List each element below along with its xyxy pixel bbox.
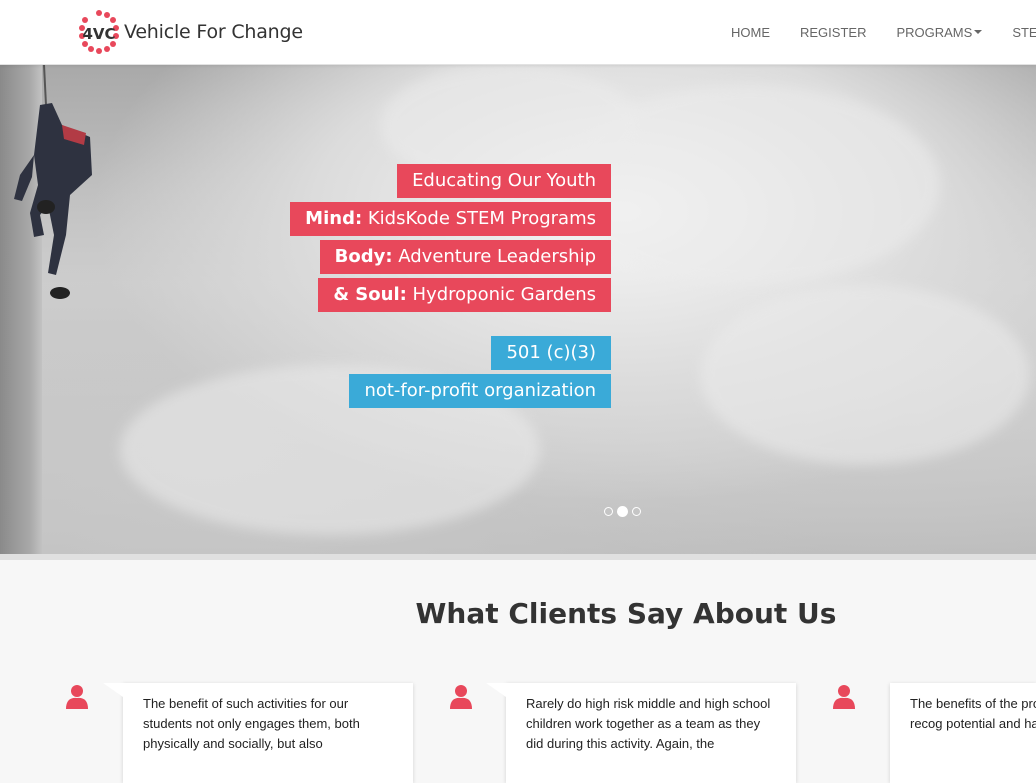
brand-name: Vehicle For Change: [124, 21, 303, 43]
hero-line-educating: Educating Our Youth: [397, 164, 611, 198]
top-navbar: 4VC Vehicle For Change HOME REGISTER PRO…: [0, 0, 1036, 65]
nav-stem[interactable]: STEM: [1012, 25, 1036, 40]
logo-icon: 4VC: [79, 10, 119, 54]
hero-line-text: Adventure Leadership: [392, 246, 596, 267]
hero-line-bold: Mind:: [305, 208, 363, 229]
brand-link[interactable]: 4VC Vehicle For Change: [76, 7, 303, 57]
hero-line-text: not-for-profit organization: [364, 380, 596, 401]
nav-stem-label: STEM: [1012, 24, 1036, 40]
hero-divider: [0, 554, 1036, 560]
nav-home[interactable]: HOME: [731, 25, 770, 40]
hero-line-text: Educating Our Youth: [412, 170, 596, 191]
climber-image: [14, 65, 92, 299]
user-icon: [833, 685, 855, 709]
carousel-dot-1[interactable]: [604, 507, 613, 516]
nav-programs-label: PROGRAMS: [896, 24, 973, 40]
hero-line-text: Hydroponic Gardens: [406, 284, 596, 305]
testimonial-text: The benefits of the pro young people to …: [910, 696, 1036, 731]
carousel-dot-2[interactable]: [617, 506, 628, 517]
logo-text: 4VC: [82, 25, 115, 43]
caret-down-icon: [974, 30, 983, 34]
hero-line-nonprofit: not-for-profit organization: [349, 374, 611, 408]
user-icon: [450, 685, 472, 709]
hero-carousel: Educating Our Youth Mind: KidsKode STEM …: [0, 65, 1036, 554]
hero-line-text: 501 (c)(3): [506, 342, 596, 363]
hero-line-bold: Body:: [334, 246, 393, 267]
testimonial-card: The benefit of such activities for our s…: [103, 683, 413, 783]
nav-programs[interactable]: PROGRAMS: [896, 24, 983, 40]
nav-register[interactable]: REGISTER: [800, 25, 866, 40]
hero-line-body: Body: Adventure Leadership: [319, 240, 611, 274]
testimonial-card: Rarely do high risk middle and high scho…: [486, 683, 796, 783]
nav-register-label: REGISTER: [800, 24, 867, 40]
testimonial-card: The benefits of the pro young people to …: [890, 683, 1036, 783]
testimonial-text: The benefit of such activities for our s…: [143, 696, 360, 751]
main-nav: HOME REGISTER PROGRAMS STEM: [731, 0, 1036, 64]
hero-line-bold: & Soul:: [333, 284, 407, 305]
hero-line-501c3: 501 (c)(3): [491, 336, 611, 370]
hero-line-text: KidsKode STEM Programs: [362, 208, 596, 229]
nav-home-label: HOME: [731, 24, 770, 40]
hero-line-mind: Mind: KidsKode STEM Programs: [290, 202, 611, 236]
carousel-indicators: [604, 506, 645, 517]
hero-line-soul: & Soul: Hydroponic Gardens: [318, 278, 611, 312]
testimonial-text: Rarely do high risk middle and high scho…: [526, 696, 771, 751]
hero-headline: Educating Our Youth Mind: KidsKode STEM …: [290, 164, 611, 412]
carousel-dot-3[interactable]: [632, 507, 641, 516]
testimonials-title: What Clients Say About Us: [415, 597, 837, 630]
user-icon: [66, 685, 88, 709]
